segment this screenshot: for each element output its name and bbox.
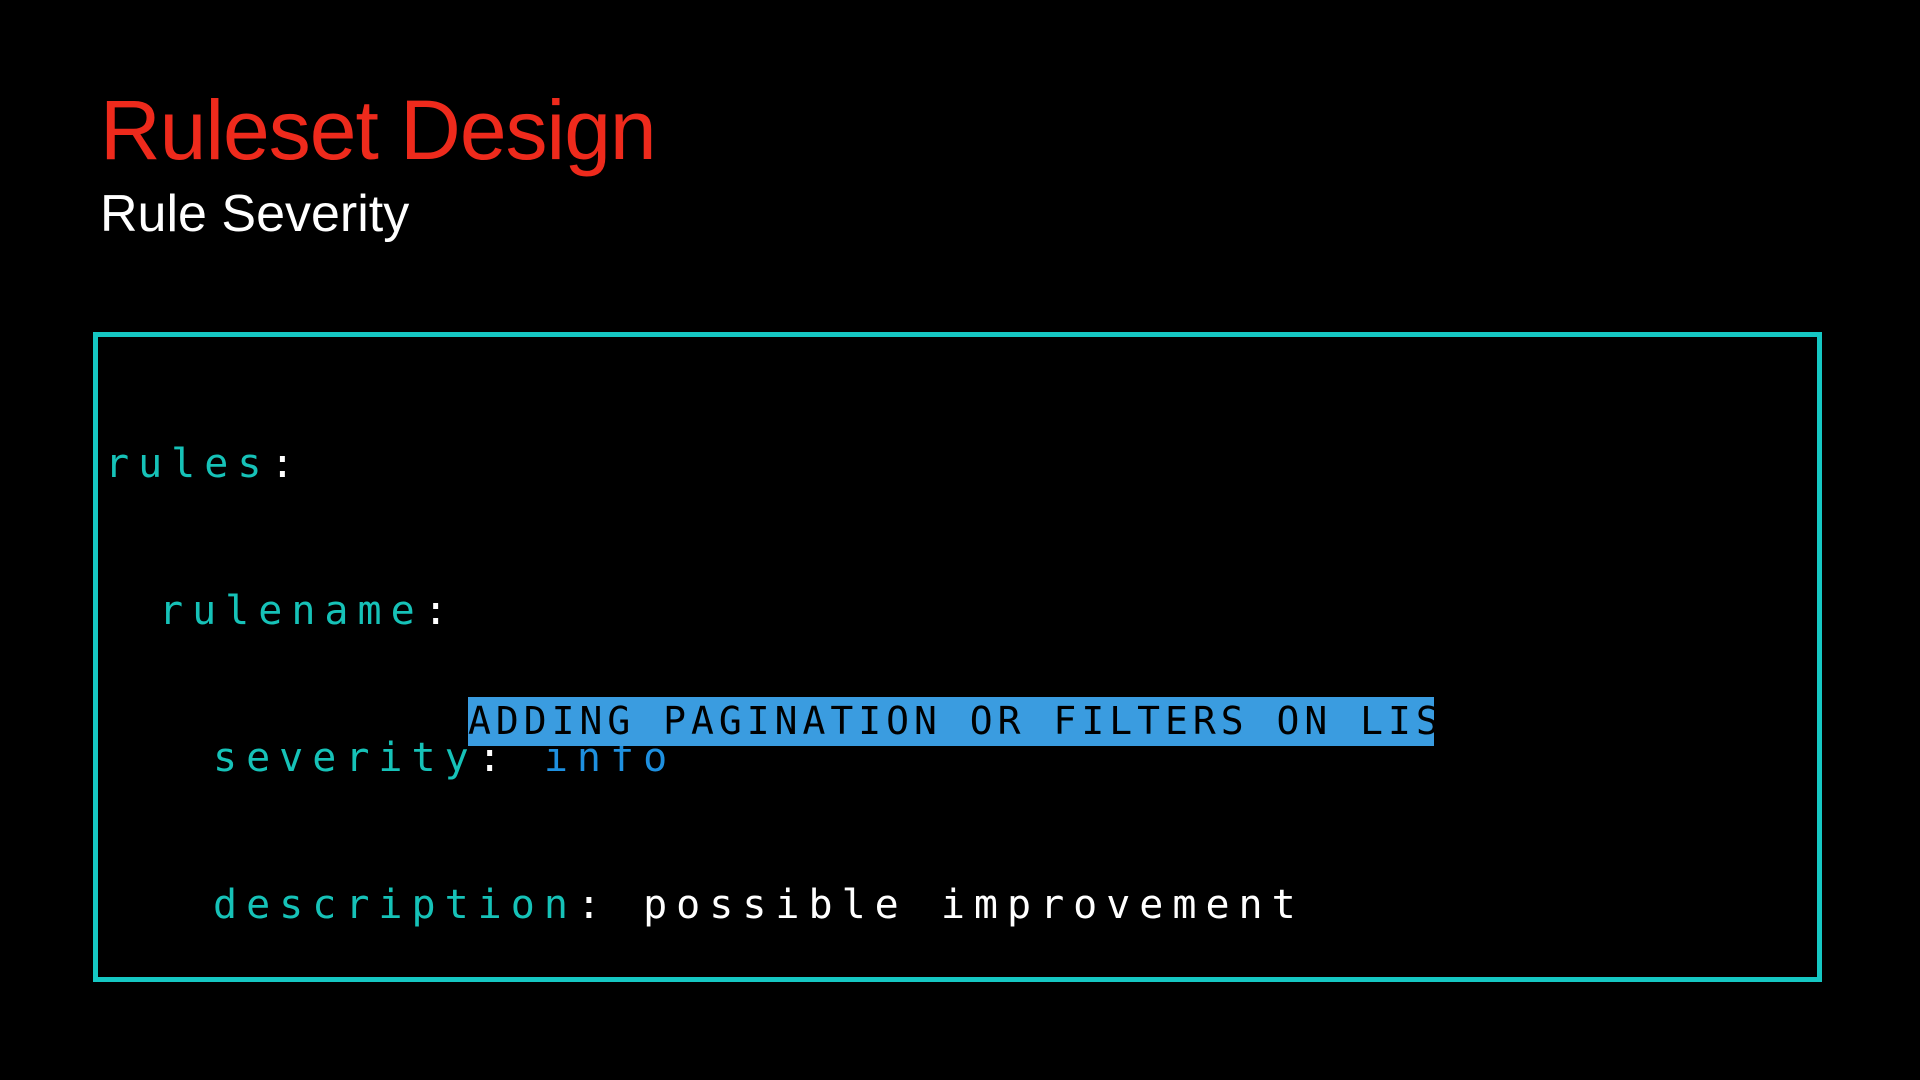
yaml-colon: : xyxy=(576,882,644,928)
yaml-key-severity: severity xyxy=(213,735,478,781)
slide-title: Ruleset Design xyxy=(100,83,657,177)
yaml-colon: : xyxy=(270,441,304,487)
code-line-description: description: possible improvement xyxy=(105,881,1305,930)
yaml-code-block: rules: rulename: severity: info descript… xyxy=(105,342,1305,1028)
highlight-banner: ADDING PAGINATION OR FILTERS ON LIST xyxy=(468,697,1434,746)
yaml-key-description: description xyxy=(213,882,577,928)
code-line-rules: rules: xyxy=(105,440,1305,489)
yaml-key-rulename: rulename xyxy=(159,588,424,634)
code-line-rulename: rulename: xyxy=(105,587,1305,636)
yaml-colon: : xyxy=(423,588,457,634)
yaml-value-description: possible improvement xyxy=(643,882,1305,928)
yaml-key-rules: rules xyxy=(105,441,271,487)
code-box: rules: rulename: severity: info descript… xyxy=(93,332,1822,982)
slide-subtitle: Rule Severity xyxy=(100,185,410,243)
